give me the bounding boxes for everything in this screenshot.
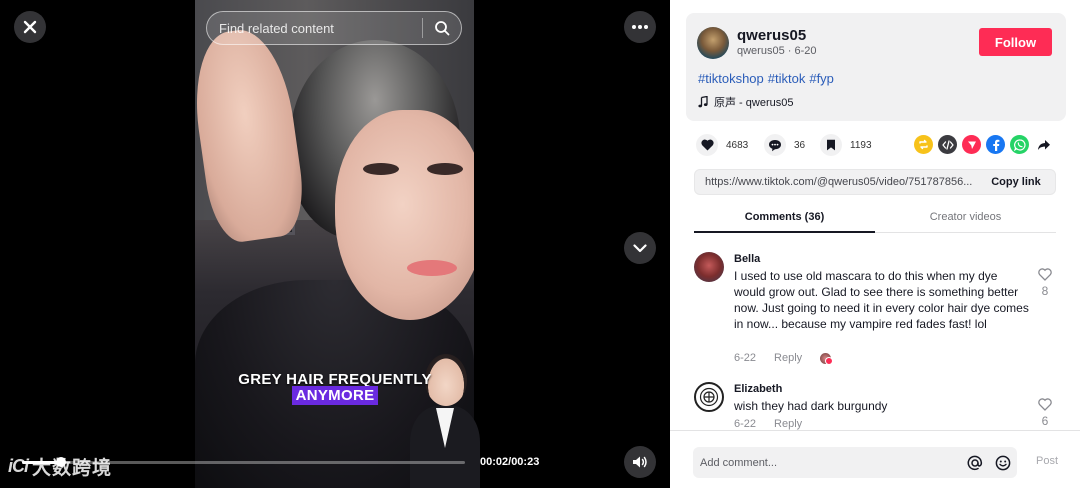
search-icon <box>435 21 450 36</box>
comment-date: 6-22 <box>734 418 757 430</box>
like-button[interactable] <box>696 134 718 156</box>
follow-button[interactable]: Follow <box>979 28 1052 56</box>
comment-composer: Post <box>670 430 1080 488</box>
embed-icon[interactable] <box>938 135 957 154</box>
comment-stat[interactable]: 36 <box>764 134 805 156</box>
save-count: 1193 <box>850 139 872 151</box>
comment-text: I used to use old mascara to do this whe… <box>734 269 1029 331</box>
whatsapp-icon[interactable] <box>1010 135 1029 154</box>
tab-creator-videos[interactable]: Creator videos <box>875 205 1056 233</box>
commenter-username[interactable]: Elizabeth <box>734 383 782 395</box>
search-bar[interactable] <box>206 11 462 45</box>
author-meta: qwerus05 · 6-20 <box>737 45 817 57</box>
music-link[interactable]: 原声 - qwerus05 <box>698 94 793 110</box>
search-input[interactable] <box>219 20 422 36</box>
whatsapp-glyph <box>1013 138 1026 151</box>
bookmark-icon <box>827 139 835 151</box>
heart-outline-icon <box>1038 398 1052 411</box>
share-arrow-icon[interactable] <box>1034 135 1053 154</box>
comment-count: 36 <box>794 139 806 151</box>
video-link-box: https://www.tiktok.com/@qwerus05/video/7… <box>694 169 1056 195</box>
comment-item: Elizabeth wish they had dark burgundy 6-… <box>694 378 1056 430</box>
hashtag-link[interactable]: #tiktok <box>768 71 806 86</box>
volume-icon <box>633 456 647 468</box>
repost-glyph <box>919 139 928 150</box>
send-icon[interactable] <box>962 135 981 154</box>
video-caption-line2-wrap: ANYMORE <box>0 386 670 405</box>
more-icon <box>632 25 648 29</box>
copy-link-button[interactable]: Copy link <box>977 170 1055 194</box>
comment-like-count: 6 <box>1041 414 1049 428</box>
creator-liked-avatar <box>820 352 834 365</box>
commenter-avatar[interactable] <box>694 382 724 412</box>
right-eye <box>427 163 463 175</box>
hashtag-link[interactable]: #fyp <box>809 71 834 86</box>
music-note-icon <box>698 96 708 108</box>
music-title: 原声 - qwerus05 <box>714 97 794 109</box>
author-avatar[interactable] <box>697 27 729 59</box>
facebook-icon[interactable] <box>986 135 1005 154</box>
save-button[interactable] <box>820 134 842 156</box>
volume-button[interactable] <box>624 446 656 478</box>
paper-plane-glyph <box>967 141 976 149</box>
share-arrow-glyph <box>1037 139 1050 150</box>
reply-button[interactable]: Reply <box>774 352 802 364</box>
woman-face <box>335 110 474 320</box>
code-glyph <box>941 139 954 150</box>
comment-meta: 6-22 Reply <box>734 352 834 365</box>
comment-text: wish they had dark burgundy <box>734 399 888 413</box>
emoji-icon <box>995 455 1011 470</box>
heart-outline-icon <box>1038 268 1052 281</box>
video-info-card: qwerus05 qwerus05 · 6-20 Follow #tiktoks… <box>686 13 1066 121</box>
comment-like[interactable]: 8 <box>1035 268 1055 298</box>
comment-input[interactable] <box>700 456 961 469</box>
post-button[interactable]: Post <box>1036 455 1058 467</box>
video-time: 00:02/00:23 <box>480 456 540 468</box>
commenter-username[interactable]: Bella <box>734 253 760 265</box>
hashtag-link[interactable]: #tiktokshop <box>698 71 764 86</box>
comment-like-count: 8 <box>1041 284 1049 298</box>
watermark-logo: iCi <box>8 456 29 476</box>
close-button[interactable] <box>14 11 46 43</box>
side-panel: qwerus05 qwerus05 · 6-20 Follow #tiktoks… <box>670 0 1080 488</box>
author-username[interactable]: qwerus05 <box>737 27 806 44</box>
comment-meta: 6-22 Reply <box>734 418 802 430</box>
video-caption-line2: ANYMORE <box>291 386 379 405</box>
repost-icon[interactable] <box>914 135 933 154</box>
tab-comments[interactable]: Comments (36) <box>694 205 875 233</box>
comment-item: Bella I used to use old mascara to do th… <box>694 248 1056 370</box>
at-sign-icon <box>967 455 983 470</box>
facebook-glyph <box>992 139 999 151</box>
video-link-url[interactable]: https://www.tiktok.com/@qwerus05/video/7… <box>705 176 977 188</box>
heart-icon <box>700 139 714 151</box>
chevron-down-icon <box>633 243 647 252</box>
action-bar: 4683 36 1193 <box>696 134 1061 156</box>
next-video-button[interactable] <box>624 232 656 264</box>
comment-like[interactable]: 6 <box>1035 398 1055 428</box>
emblem-icon <box>699 387 719 407</box>
commenter-avatar[interactable] <box>694 252 724 282</box>
hashtag-list: #tiktokshop #tiktok #fyp <box>698 71 834 86</box>
more-options-button[interactable] <box>624 11 656 43</box>
comment-input-wrap[interactable] <box>693 447 1017 478</box>
watermark: iCi 大数跨境 <box>8 453 112 480</box>
reply-button[interactable]: Reply <box>774 418 802 430</box>
mention-button[interactable] <box>961 449 989 477</box>
watermark-text: 大数跨境 <box>32 458 113 479</box>
comment-bubble-icon <box>769 139 781 151</box>
emoji-button[interactable] <box>989 449 1017 477</box>
comment-button[interactable] <box>764 134 786 156</box>
woman-lips <box>407 260 457 276</box>
comment-list[interactable]: Bella I used to use old mascara to do th… <box>694 248 1056 430</box>
like-count: 4683 <box>726 139 749 151</box>
video-player[interactable]: GREY HAIR FREQUENTLY ANYMORE 00:02/00:23 <box>0 0 670 488</box>
comment-date: 6-22 <box>734 352 757 364</box>
left-eye <box>363 163 399 175</box>
close-icon <box>23 20 37 34</box>
comment-tabs: Comments (36) Creator videos <box>694 205 1056 233</box>
like-stat[interactable]: 4683 <box>696 134 748 156</box>
save-stat[interactable]: 1193 <box>820 134 872 156</box>
search-button[interactable] <box>423 11 461 45</box>
